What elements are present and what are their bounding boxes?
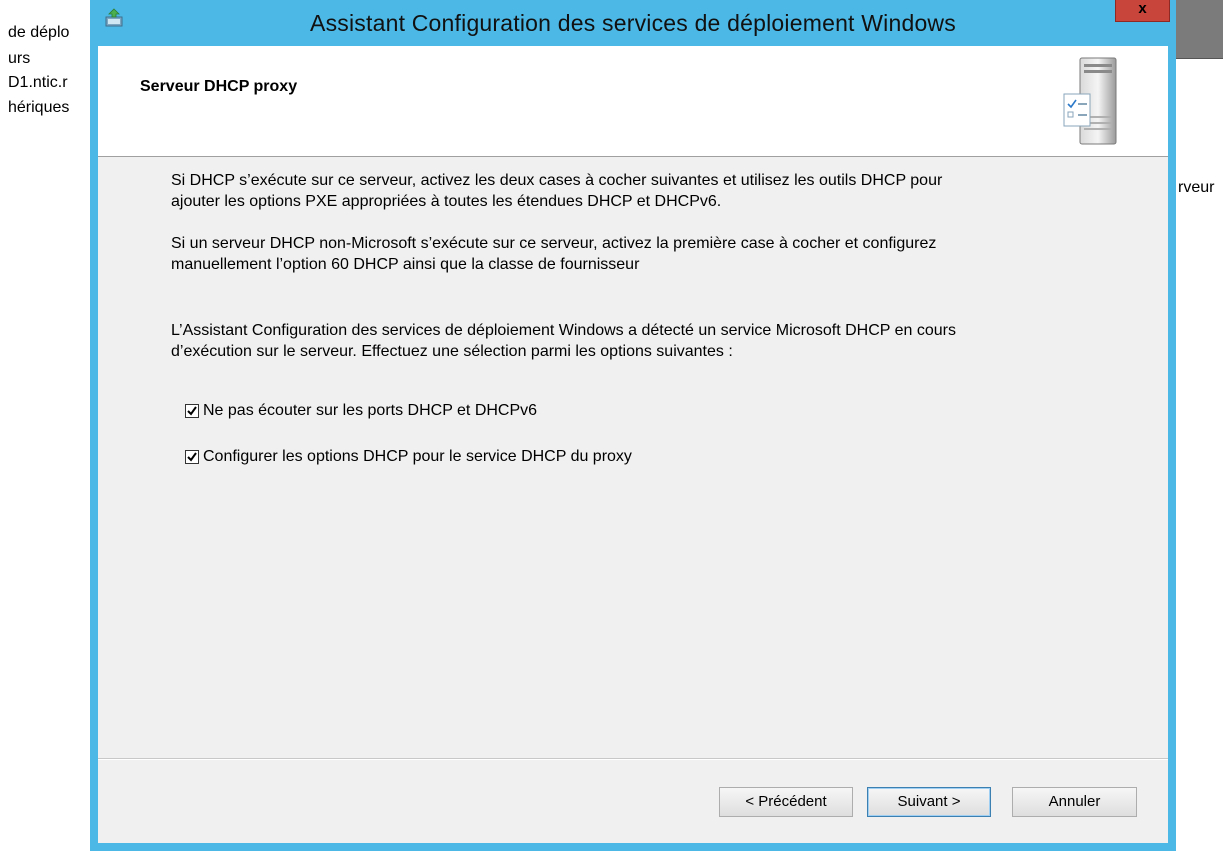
option-label: Configurer les options DHCP pour le serv… [203,448,632,465]
background-item[interactable]: hériques [8,99,90,117]
wizard-dialog: Assistant Configuration des services de … [90,0,1176,851]
screen: de déplo urs D1.ntic.r hériques rveur As… [0,0,1223,851]
page-title: Serveur DHCP proxy [140,78,298,95]
detection-text: L’Assistant Configuration des services d… [171,322,956,360]
server-checklist-icon [1060,56,1120,146]
option-configure-dhcp-proxy[interactable]: Configurer les options DHCP pour le serv… [185,448,632,466]
info-paragraph: Si un serveur DHCP non-Microsoft s’exécu… [171,235,937,273]
wizard-header: Serveur DHCP proxy [98,46,1168,157]
title-bar[interactable]: Assistant Configuration des services de … [90,0,1176,46]
cancel-button[interactable]: Annuler [1012,787,1137,817]
background-toolbar [1176,0,1223,58]
option-label: Ne pas écouter sur les ports DHCP et DHC… [203,402,538,419]
info-text-region[interactable]: Si DHCP s’exécute sur ce serveur, active… [171,170,971,312]
background-item[interactable]: de déplo [8,24,90,42]
checkbox-checked[interactable] [185,450,199,464]
option-no-listen-dhcp[interactable]: Ne pas écouter sur les ports DHCP et DHC… [185,402,537,420]
info-paragraph: Si DHCP s’exécute sur ce serveur, active… [171,172,943,210]
window-title: Assistant Configuration des services de … [310,10,956,36]
background-window-left: de déplo urs D1.ntic.r hériques [0,0,96,160]
background-item[interactable]: urs [8,50,90,68]
background-divider [1176,58,1223,59]
footer-divider-highlight [98,759,1168,760]
background-text: rveur [1178,179,1215,196]
previous-button[interactable]: < Précédent [719,787,853,817]
background-item[interactable]: D1.ntic.r [8,74,90,92]
next-button[interactable]: Suivant > [867,787,991,817]
checkbox-checked[interactable] [185,404,199,418]
dialog-client-area: Serveur DHCP proxy Si DHCP s’exécute sur… [98,46,1168,843]
close-button[interactable]: x [1115,0,1170,22]
